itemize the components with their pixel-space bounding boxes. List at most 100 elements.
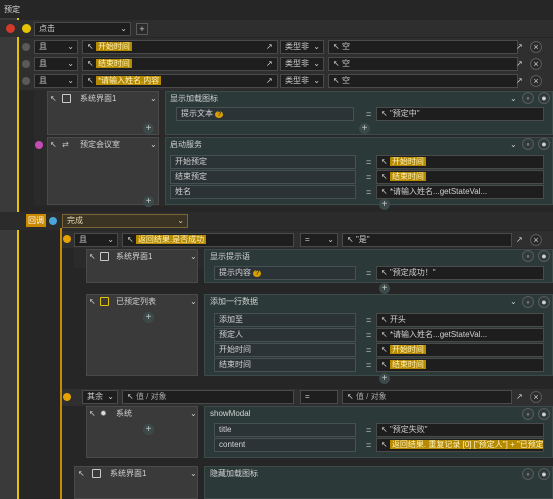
equals-sign: = [366,157,372,167]
param-value[interactable]: ↖ 开始时间 [376,343,544,357]
param-value[interactable]: ↖ 结束时间 [376,170,544,184]
add-child-button[interactable]: + [143,196,154,207]
action-dot-icon [35,141,43,149]
chevron-down-icon: ⌄ [313,59,320,68]
condition-field[interactable]: ↖ 开始时间 [82,40,278,54]
condition-delete-button[interactable]: × [530,58,542,70]
toggle-icon[interactable]: ◦ [522,408,534,420]
expand-icon[interactable]: ↗ [266,74,273,88]
action6-label: 隐藏加载图标 [210,469,258,478]
chevron-down-icon: ⌄ [67,42,74,51]
callback-select[interactable]: 完成 ⌄ [62,214,188,228]
help-icon[interactable]: ? [253,270,262,277]
condition-logic[interactable]: 且 ⌄ [34,74,78,88]
cond-dot-icon [63,393,71,401]
add-event-button[interactable]: + [136,23,148,35]
condition-op[interactable]: 类型非 ⌄ [280,40,324,54]
pin-icon: ↖ [89,297,96,306]
add-param-button[interactable]: + [359,123,370,134]
page-title: 预定 [4,5,20,14]
add-child-button[interactable]: + [143,312,154,323]
add-param-button[interactable]: + [379,373,390,384]
param-value[interactable]: ↖ 结束时间 [376,358,544,372]
event-handle-icon[interactable] [22,24,31,33]
condition-logic[interactable]: 且 ⌄ [34,40,78,54]
condition-value[interactable]: ↖ 空 [328,57,518,71]
add-param-button[interactable]: + [379,199,390,210]
equals-sign: = [366,440,372,450]
help-icon[interactable]: ? [215,111,224,118]
callback-badge: 回调 [26,214,46,227]
delete-icon[interactable]: ● [538,408,550,420]
expand-icon[interactable]: ↗ [516,57,523,71]
action1-label: 显示加载图标 [170,94,218,103]
cond-dot-icon [63,235,71,243]
chevron-down-icon: ⌄ [327,235,334,244]
action1-param-value[interactable]: ↖ "预定中" [376,107,544,121]
param-value[interactable]: ↖ 开始时间 [376,155,544,169]
chevron-down-icon: ⌄ [177,216,184,225]
param-value[interactable]: ↖ *请输入姓名...getStateVal... [376,185,544,199]
condition-delete-button[interactable]: × [530,41,542,53]
action1-param-label: 提示文本 ? [176,107,354,121]
param-value[interactable]: ↖ "预定失败" [376,423,544,437]
action5-label: showModal [210,409,251,418]
else-logic[interactable]: 其余 ⌄ [82,390,118,404]
toggle-icon[interactable]: ◦ [522,92,534,104]
chevron-down-icon: ⌄ [150,94,157,103]
delete-icon[interactable]: ● [538,468,550,480]
panel-icon [92,469,101,478]
pin-icon: ↖ [89,252,96,261]
cond2-field[interactable]: ↖ 返回结果.是否成功 [122,233,294,247]
equals-sign: = [366,345,372,355]
expand-icon[interactable]: ↗ [516,390,523,404]
condition-logic[interactable]: 且 ⌄ [34,57,78,71]
condition-op[interactable]: 类型非 ⌄ [280,74,324,88]
expand-icon[interactable]: ↗ [266,57,273,71]
expand-icon[interactable]: ↗ [266,40,273,54]
chevron-down-icon: ⌄ [510,297,517,306]
chevron-down-icon: ⌄ [67,59,74,68]
delete-icon[interactable]: ● [538,296,550,308]
event-label: 点击 [39,24,55,33]
param-value[interactable]: ↖ 返回结果. 重复记录 [0] ["预定人"] + "已预定 [376,438,544,452]
delete-icon[interactable]: ● [538,138,550,150]
else-delete-button[interactable]: × [530,391,542,403]
param-value[interactable]: ↖ 开头 [376,313,544,327]
toggle-icon[interactable]: ◦ [522,250,534,262]
equals-sign: = [366,109,372,119]
expand-icon[interactable]: ↗ [516,40,523,54]
cond2-op[interactable]: = ⌄ [300,233,338,247]
delete-icon[interactable]: ● [538,250,550,262]
else-value[interactable]: ↖ 值 / 对象 [342,390,512,404]
expand-icon[interactable]: ↗ [516,233,523,247]
condition-field[interactable]: ↖ 结束时间 [82,57,278,71]
chevron-down-icon: ⌄ [313,76,320,85]
param-label: content [214,438,356,452]
expand-icon[interactable]: ↗ [516,74,523,88]
condition-field[interactable]: ↖ *请输入姓名.内容 [82,74,278,88]
chevron-down-icon: ⌄ [107,235,114,244]
else-op[interactable]: = [300,390,338,404]
event-select[interactable]: 点击 ⌄ [34,22,131,36]
condition-value[interactable]: ↖ 空 [328,40,518,54]
condition-op[interactable]: 类型非 ⌄ [280,57,324,71]
cond2-delete-button[interactable]: × [530,234,542,246]
action3-param-value[interactable]: ↖ "预定成功！" [376,266,544,280]
event-dot-icon[interactable] [6,24,15,33]
action3-label: 显示提示语 [210,252,250,261]
toggle-icon[interactable]: ◦ [522,296,534,308]
cond2-value[interactable]: ↖ "是" [342,233,512,247]
cond2-logic[interactable]: 且 ⌄ [74,233,118,247]
condition-delete-button[interactable]: × [530,75,542,87]
condition-value[interactable]: ↖ 空 [328,74,518,88]
add-child-button[interactable]: + [143,123,154,134]
add-param-button[interactable]: + [379,283,390,294]
add-child-button[interactable]: + [143,424,154,435]
toggle-icon[interactable]: ◦ [522,468,534,480]
else-field[interactable]: ↖ 值 / 对象 [122,390,294,404]
delete-icon[interactable]: ● [538,92,550,104]
toggle-icon[interactable]: ◦ [522,138,534,150]
equals-sign: = [366,315,372,325]
param-value[interactable]: ↖ *请输入姓名...getStateVal... [376,328,544,342]
